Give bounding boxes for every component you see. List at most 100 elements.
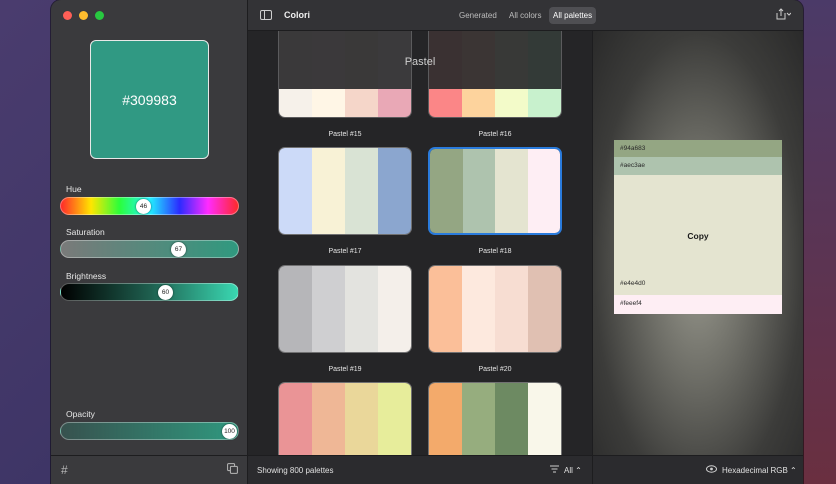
filter-icon[interactable] — [550, 465, 559, 475]
palette-card-selected[interactable] — [428, 147, 562, 235]
palette-name: Pastel #17 — [328, 248, 362, 255]
palette-name: Pastel #15 — [328, 131, 362, 138]
palette-grid: Pastel Pastel #15 Pastel #16 Pastel #17 … — [248, 31, 592, 455]
color-stripe — [378, 383, 411, 455]
brightness-slider[interactable]: 60 — [60, 283, 239, 301]
color-stripe — [345, 383, 378, 455]
palette-card[interactable] — [428, 382, 562, 455]
color-stripe — [378, 148, 411, 234]
palette-preview[interactable]: #94a683 #aec3ae Copy #e4e4d0 #feeef4 — [614, 140, 782, 314]
detail-footer: Hexadecimal RGB ⌃ — [592, 455, 803, 484]
chevron-updown-icon: ⌃ — [575, 466, 582, 475]
opacity-label: Opacity — [66, 409, 95, 419]
saturation-slider-knob[interactable]: 67 — [171, 242, 186, 257]
palette-card[interactable] — [278, 31, 412, 118]
category-title: Pastel — [404, 56, 436, 68]
color-stripe — [495, 383, 528, 455]
zoom-window-button[interactable] — [95, 11, 104, 20]
window-controls — [63, 11, 104, 20]
color-hex: #aec3ae — [620, 162, 645, 169]
palette-name: Pastel #20 — [478, 366, 512, 373]
color-stripe — [279, 89, 312, 117]
color-hex: #feeef4 — [620, 300, 642, 307]
saturation-label: Saturation — [66, 227, 105, 237]
saturation-slider[interactable]: 67 — [60, 240, 239, 258]
grid-footer: Showing 800 palettes All ⌃ — [248, 455, 592, 484]
palette-name: Pastel #18 — [478, 248, 512, 255]
color-stripe — [462, 383, 495, 455]
color-stripe — [462, 149, 495, 233]
color-stripe — [279, 266, 312, 352]
color-stripe — [312, 89, 345, 117]
tab-all-palettes[interactable]: All palettes — [549, 7, 597, 24]
tab-all-colors[interactable]: All colors — [505, 7, 545, 24]
sidebar: #309983 Hue 46 Saturation 67 Brightness … — [51, 0, 248, 484]
palette-name: Pastel #19 — [328, 366, 362, 373]
color-stripe — [429, 266, 462, 352]
color-stripe — [495, 89, 528, 117]
sidebar-toggle-icon[interactable] — [260, 10, 272, 20]
brightness-slider-knob[interactable]: 60 — [158, 285, 173, 300]
color-stripe — [429, 383, 462, 455]
toolbar: Colori Generated All colors All palettes — [248, 0, 803, 31]
palette-card[interactable] — [278, 265, 412, 353]
color-format-value: Hexadecimal RGB — [722, 466, 788, 475]
color-format-dropdown[interactable]: Hexadecimal RGB ⌃ — [722, 466, 797, 475]
palette-card[interactable] — [278, 147, 412, 235]
filter-dropdown[interactable]: All ⌃ — [564, 466, 582, 475]
filter-value: All — [564, 466, 573, 475]
palette-count: Showing 800 palettes — [257, 466, 334, 475]
chevron-updown-icon: ⌃ — [790, 466, 797, 475]
color-hex: #94a683 — [620, 145, 646, 152]
opacity-slider-knob[interactable]: 100 — [222, 424, 237, 439]
hue-slider[interactable]: 46 — [60, 197, 239, 215]
color-row[interactable]: #94a683 — [614, 140, 782, 157]
color-hex-label: #309983 — [122, 91, 177, 108]
color-stripe — [495, 149, 528, 233]
copy-button[interactable]: Copy — [614, 231, 782, 241]
color-stripe — [312, 383, 345, 455]
color-stripe — [378, 266, 411, 352]
color-stripe — [429, 89, 462, 117]
close-window-button[interactable] — [63, 11, 72, 20]
color-stripe — [345, 148, 378, 234]
opacity-slider[interactable]: 100 — [60, 422, 239, 440]
minimize-window-button[interactable] — [79, 11, 88, 20]
palette-card[interactable] — [278, 382, 412, 455]
color-stripe — [312, 266, 345, 352]
color-row[interactable]: #feeef4 — [614, 295, 782, 314]
color-stripe — [528, 383, 561, 455]
brightness-label: Brightness — [66, 271, 107, 281]
hash-icon[interactable]: # — [61, 463, 68, 477]
app-title: Colori — [284, 10, 310, 20]
color-hex: #e4e4d0 — [620, 280, 646, 287]
color-stripe — [345, 89, 378, 117]
color-stripe — [528, 89, 561, 117]
hue-slider-knob[interactable]: 46 — [136, 199, 151, 214]
color-format-icon[interactable] — [706, 465, 717, 475]
color-stripe — [462, 266, 495, 352]
color-stripe — [495, 266, 528, 352]
app-window: #309983 Hue 46 Saturation 67 Brightness … — [51, 0, 803, 484]
color-stripe — [528, 266, 561, 352]
color-stripe — [345, 266, 378, 352]
tab-generated[interactable]: Generated — [455, 7, 501, 24]
palette-card[interactable] — [428, 265, 562, 353]
color-stripe — [527, 149, 560, 233]
color-row[interactable]: Copy #e4e4d0 — [614, 175, 782, 295]
color-stripe — [378, 89, 411, 117]
hue-label: Hue — [66, 184, 82, 194]
color-stripe — [279, 148, 312, 234]
palette-detail: #94a683 #aec3ae Copy #e4e4d0 #feeef4 — [592, 31, 803, 455]
share-icon[interactable] — [775, 8, 792, 23]
color-stripe — [430, 149, 463, 233]
sidebar-footer: # — [51, 455, 248, 484]
color-stripe — [312, 148, 345, 234]
color-swatch[interactable]: #309983 — [90, 40, 209, 159]
palette-card[interactable] — [428, 31, 562, 118]
duplicate-icon[interactable] — [227, 463, 238, 477]
color-stripe — [462, 89, 495, 117]
palette-name: Pastel #16 — [478, 131, 512, 138]
color-row[interactable]: #aec3ae — [614, 157, 782, 175]
color-stripe — [279, 383, 312, 455]
